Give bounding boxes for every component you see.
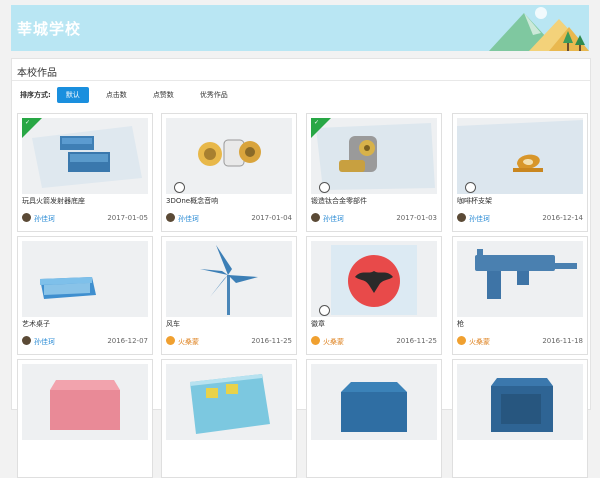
work-card[interactable] [452,359,588,478]
work-thumbnail[interactable] [457,364,583,440]
author-avatar[interactable] [166,336,175,345]
sort-default-button[interactable]: 默认 [56,87,89,103]
sort-bar: 排序方式: 默认 点击数 点赞数 优秀作品 [20,87,245,103]
work-date: 2016-11-25 [251,337,292,345]
author-avatar[interactable] [457,336,466,345]
author-name[interactable]: 孙佳珂 [469,214,490,224]
author-name[interactable]: 火桑蒙 [469,337,490,347]
featured-icon: ✓ [25,119,31,126]
author-avatar[interactable] [457,213,466,222]
work-title[interactable]: 咖啡杯支架 [457,196,492,206]
work-thumbnail[interactable] [166,118,292,194]
work-card[interactable]: 咖啡杯支架 孙佳珂 2016-12-14 [452,113,588,232]
work-meta: 孙佳珂 2016-12-07 [22,335,148,347]
model-type-icon [319,182,330,193]
author-name[interactable]: 火桑蒙 [323,337,344,347]
work-meta: 孙佳珂 2016-12-14 [457,212,583,224]
sort-likes-button[interactable]: 点赞数 [144,87,183,103]
school-banner: 莘城学校 [11,5,589,51]
work-date: 2016-11-25 [396,337,437,345]
sort-clicks-button[interactable]: 点击数 [97,87,136,103]
work-meta: 孙佳珂 2017-01-03 [311,212,437,224]
work-title[interactable]: 艺术桌子 [22,319,50,329]
work-thumbnail[interactable] [22,364,148,440]
work-title[interactable]: 3DOne概念音响 [166,196,218,206]
model-type-icon [465,182,476,193]
author-name[interactable]: 孙佳珂 [34,214,55,224]
page: 莘城学校 本校作品 排序方式: 默认 点击数 点赞数 优秀作品 ✓ 玩具火箭发射… [0,0,600,478]
author-name[interactable]: 火桑蒙 [178,337,199,347]
work-thumbnail[interactable] [166,364,292,440]
work-thumbnail[interactable] [311,241,437,317]
works-panel: 本校作品 排序方式: 默认 点击数 点赞数 优秀作品 ✓ 玩具火箭发射器底座 孙… [11,58,591,478]
work-card[interactable]: 徽章 火桑蒙 2016-11-25 [306,236,442,355]
work-thumbnail[interactable] [457,118,583,194]
work-card[interactable] [306,359,442,478]
work-thumbnail[interactable] [22,241,148,317]
work-date: 2017-01-03 [396,214,437,222]
work-thumbnail[interactable] [457,241,583,317]
work-card[interactable]: 枪 火桑蒙 2016-11-18 [452,236,588,355]
work-date: 2016-12-14 [542,214,583,222]
work-thumbnail[interactable] [311,364,437,440]
work-date: 2017-01-04 [251,214,292,222]
work-card[interactable]: ✓ 锻造钛合金零部件 孙佳珂 2017-01-03 [306,113,442,232]
work-card[interactable] [161,359,297,478]
section-title: 本校作品 [17,68,57,79]
author-avatar[interactable] [311,213,320,222]
work-title[interactable]: 玩具火箭发射器底座 [22,196,85,206]
model-type-icon [174,182,185,193]
author-avatar[interactable] [166,213,175,222]
author-name[interactable]: 孙佳珂 [34,337,55,347]
work-meta: 火桑蒙 2016-11-18 [457,335,583,347]
work-card[interactable]: 艺术桌子 孙佳珂 2016-12-07 [17,236,153,355]
sort-label: 排序方式: [20,91,51,99]
work-card[interactable]: 风车 火桑蒙 2016-11-25 [161,236,297,355]
work-thumbnail[interactable] [166,241,292,317]
work-title[interactable]: 徽章 [311,319,325,329]
work-title[interactable]: 风车 [166,319,180,329]
author-avatar[interactable] [22,213,31,222]
work-meta: 火桑蒙 2016-11-25 [311,335,437,347]
sort-excellent-button[interactable]: 优秀作品 [191,87,237,103]
work-card[interactable] [17,359,153,478]
divider [12,80,590,81]
work-card[interactable]: 3DOne概念音响 孙佳珂 2017-01-04 [161,113,297,232]
author-name[interactable]: 孙佳珂 [323,214,344,224]
work-date: 2016-11-18 [542,337,583,345]
mountain-illustration [489,7,589,51]
work-title[interactable]: 枪 [457,319,464,329]
work-meta: 孙佳珂 2017-01-05 [22,212,148,224]
author-avatar[interactable] [311,336,320,345]
work-card[interactable]: ✓ 玩具火箭发射器底座 孙佳珂 2017-01-05 [17,113,153,232]
model-type-icon [319,305,330,316]
school-title: 莘城学校 [17,20,82,38]
work-title[interactable]: 锻造钛合金零部件 [311,196,367,206]
work-date: 2017-01-05 [107,214,148,222]
author-avatar[interactable] [22,336,31,345]
work-meta: 孙佳珂 2017-01-04 [166,212,292,224]
author-name[interactable]: 孙佳珂 [178,214,199,224]
work-date: 2016-12-07 [107,337,148,345]
work-meta: 火桑蒙 2016-11-25 [166,335,292,347]
featured-icon: ✓ [314,119,320,126]
